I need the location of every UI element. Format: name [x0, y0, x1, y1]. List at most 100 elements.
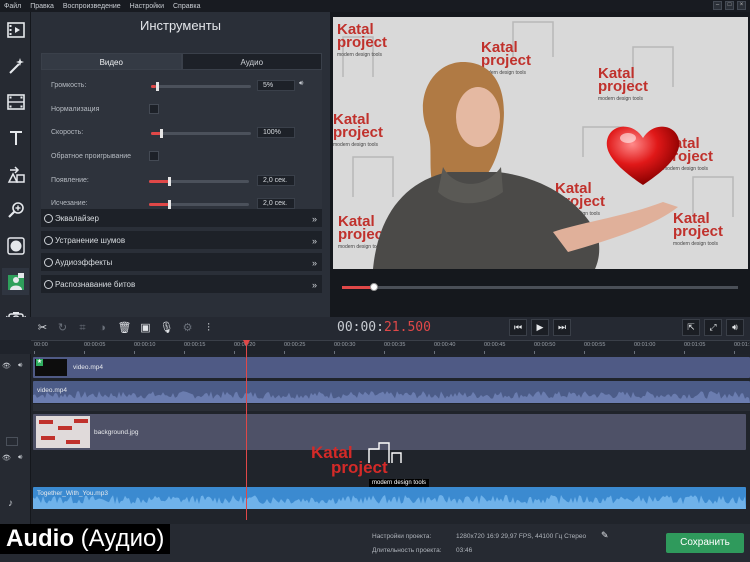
speed-label: Скорость:: [51, 129, 84, 136]
star-icon: ★: [36, 359, 43, 366]
menu-bar: Файл Правка Воспроизведение Настройки Сп…: [0, 0, 750, 12]
magic-wand-button[interactable]: [2, 52, 29, 79]
titles-button[interactable]: [2, 124, 29, 151]
previous-button[interactable]: ⏮︎: [509, 319, 527, 336]
text-icon: [9, 130, 22, 145]
normalize-checkbox[interactable]: [149, 104, 159, 114]
color-adjust-icon[interactable]: ◑: [95, 321, 110, 336]
vignette-button[interactable]: [2, 232, 29, 259]
fade-out-value[interactable]: 2,0 сек.: [257, 198, 295, 209]
skip-back-icon: ⏮︎: [513, 322, 523, 332]
trash-icon[interactable]: 🗑︎: [117, 321, 132, 336]
speed-slider-knob[interactable]: [160, 129, 163, 138]
playhead[interactable]: [243, 340, 250, 520]
menu-playback[interactable]: Воспроизведение: [63, 3, 121, 10]
crop-icon[interactable]: ⌗: [75, 321, 90, 336]
chevron-right-icon: »: [311, 236, 317, 246]
edit-toolbar: ✂ ↻ ⌗ ◑ 🗑︎ ▣ 🎙︎ ⚙ ⫶ 00:00:21.500 ⏮︎ ▶ ⏭︎…: [31, 317, 750, 340]
track-headers: 👁︎ 🔊︎ 👁︎ 🔊︎ ♪: [0, 354, 31, 524]
section-noise-removal[interactable]: Устранение шумов »: [41, 231, 322, 251]
save-button[interactable]: Сохранить: [666, 533, 744, 553]
volume-label: Громкость:: [51, 82, 87, 89]
film-import-icon: [6, 21, 25, 38]
video-clip-continuation[interactable]: [246, 357, 750, 378]
close-icon[interactable]: ×: [737, 1, 746, 10]
fade-in-label: Появление:: [51, 177, 89, 184]
vignette-icon: [6, 236, 25, 255]
fullscreen-button[interactable]: ⤢: [704, 319, 722, 336]
video-audio-clip[interactable]: video.mp4: [33, 381, 750, 403]
menu-help[interactable]: Справка: [173, 3, 200, 10]
maximize-icon[interactable]: □: [725, 1, 734, 10]
speaker-icon[interactable]: 🔊︎: [18, 362, 22, 370]
ruler-tick-label: 00:00:05: [84, 342, 106, 348]
fade-out-slider[interactable]: [149, 200, 249, 209]
tools-panel: Инструменты Видео Аудио Громкость: 5% 🔊︎…: [31, 12, 330, 317]
volume-slider[interactable]: [151, 82, 251, 91]
project-duration-label: Длительность проекта:: [372, 547, 442, 554]
scrubber-progress: [342, 286, 374, 289]
menu-file[interactable]: Файл: [4, 3, 21, 10]
video-clip[interactable]: ★ video.mp4: [33, 357, 246, 378]
fade-in-slider[interactable]: [149, 177, 249, 186]
fullscreen-icon: ⤢: [709, 322, 717, 332]
caption-bold: Audio: [6, 525, 74, 552]
gear-icon[interactable]: ⚙: [180, 321, 195, 336]
tools-tabs: Видео Аудио: [41, 53, 322, 70]
timeline-ruler[interactable]: 00:00 00:00:05 00:00:10 00:00:15 00:00:20 00:…: [31, 340, 750, 354]
menu-settings[interactable]: Настройки: [130, 3, 164, 10]
fade-in-slider-knob[interactable]: [168, 177, 171, 186]
volume-value[interactable]: 5%: [257, 80, 295, 91]
image-icon[interactable]: ▣: [138, 321, 153, 336]
equalizer-icon[interactable]: ⫶: [201, 321, 216, 336]
rotate-icon[interactable]: ↻: [55, 321, 70, 336]
speaker-icon[interactable]: 🔊︎: [299, 80, 303, 88]
timecode-main: 00:00:: [337, 320, 384, 335]
tab-video[interactable]: Видео: [41, 53, 182, 70]
control-bar-left: [0, 317, 31, 340]
fade-in-value[interactable]: 2,0 сек.: [257, 175, 295, 186]
background-clip-label: background.jpg: [94, 429, 139, 436]
fade-out-slider-knob[interactable]: [168, 200, 171, 209]
menu-edit[interactable]: Правка: [30, 3, 54, 10]
minimize-icon[interactable]: –: [713, 1, 722, 10]
preview-scrubber[interactable]: [342, 283, 738, 291]
overlay-track-icon[interactable]: [6, 437, 18, 446]
video-preview[interactable]: Katal project modern design tools Katal pro…: [333, 17, 748, 269]
chroma-key-button[interactable]: [2, 268, 29, 295]
section-beat-detection[interactable]: Распознавание битов »: [41, 275, 322, 295]
export-frame-button[interactable]: ⇱: [682, 319, 700, 336]
import-media-button[interactable]: [2, 16, 29, 43]
ruler-tick-label: 00:01:10: [734, 342, 750, 348]
caption-rest: (Аудио): [73, 525, 165, 552]
magic-wand-icon: [8, 57, 24, 74]
speed-value[interactable]: 100%: [257, 127, 295, 138]
microphone-icon[interactable]: 🎙︎: [159, 321, 174, 336]
section-audio-effects[interactable]: Аудиоэффекты »: [41, 253, 322, 273]
music-note-icon[interactable]: ♪: [8, 498, 13, 509]
zoom-in-icon: [7, 201, 24, 218]
ruler-tick-label: 00:00:25: [284, 342, 306, 348]
section-equalizer[interactable]: Эквалайзер »: [41, 209, 322, 229]
speaker-icon[interactable]: 🔊︎: [18, 454, 22, 462]
timecode-display: 00:00:21.500: [337, 320, 431, 335]
next-button[interactable]: ⏭︎: [553, 319, 571, 336]
eye-icon[interactable]: 👁︎: [2, 454, 11, 462]
video-clip-label: video.mp4: [73, 364, 103, 371]
music-clip-label: Together_With_You.mp3: [37, 490, 108, 497]
eye-icon[interactable]: 👁︎: [2, 362, 11, 370]
volume-button[interactable]: 🔊︎: [726, 319, 744, 336]
zoom-button[interactable]: [2, 196, 29, 223]
scrubber-knob[interactable]: [369, 283, 378, 291]
volume-slider-knob[interactable]: [156, 82, 159, 91]
speed-slider[interactable]: [151, 129, 251, 138]
filters-button[interactable]: [2, 88, 29, 115]
pencil-icon[interactable]: ✎: [601, 530, 609, 541]
ruler-tick-label: 00:00:55: [584, 342, 606, 348]
tab-audio[interactable]: Аудио: [181, 53, 322, 70]
scissors-icon[interactable]: ✂: [35, 321, 50, 336]
ruler-tick-label: 00:00:10: [134, 342, 156, 348]
play-button[interactable]: ▶: [531, 319, 549, 336]
stickers-button[interactable]: [2, 160, 29, 187]
reverse-checkbox[interactable]: [149, 151, 159, 161]
